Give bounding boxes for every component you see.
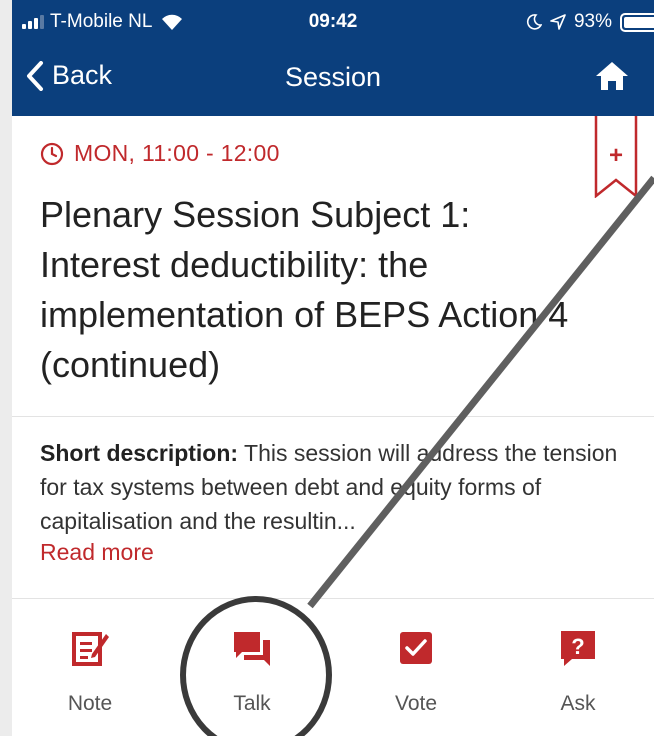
session-time-text: MON, 11:00 - 12:00 (74, 140, 280, 166)
talk-button[interactable]: Talk (192, 600, 312, 730)
moon-icon (526, 14, 542, 30)
phone-screen: T-Mobile NL 09:42 93% Back Session MON, … (12, 0, 654, 736)
top-bar: T-Mobile NL 09:42 93% Back Session (12, 0, 654, 116)
status-bar: T-Mobile NL 09:42 93% (12, 0, 654, 40)
action-bar: Note Talk Vote ? Ask (12, 600, 654, 736)
session-description: Short description: This session will add… (40, 436, 640, 538)
battery-percent: 93% (573, 11, 612, 32)
ask-button[interactable]: ? Ask (518, 600, 638, 730)
divider (12, 598, 654, 599)
left-edge-strip (0, 0, 12, 736)
app-screen: T-Mobile NL 09:42 93% Back Session MON, … (0, 0, 654, 736)
note-button[interactable]: Note (30, 600, 150, 730)
note-label: Note (67, 692, 113, 715)
status-right: 93% (526, 11, 654, 33)
session-title: Plenary Session Subject 1: Interest dedu… (40, 194, 569, 385)
checkbox-icon (400, 632, 432, 664)
chat-icon (234, 632, 270, 666)
read-more-link[interactable]: Read more (40, 539, 154, 566)
description-label: Short description: (40, 440, 239, 466)
page-title: Session (284, 62, 382, 92)
vote-button[interactable]: Vote (356, 600, 476, 730)
divider (12, 416, 654, 417)
question-icon: ? (561, 631, 595, 666)
battery-icon (620, 12, 654, 32)
clock-icon (40, 142, 64, 165)
home-icon (596, 62, 628, 90)
svg-text:?: ? (571, 634, 584, 659)
add-to-agenda-bookmark[interactable]: + (594, 116, 638, 199)
session-time: MON, 11:00 - 12:00 (40, 140, 280, 167)
talk-label: Talk (233, 692, 271, 715)
note-edit-icon (72, 632, 109, 666)
location-arrow-icon (550, 14, 566, 30)
nav-bar: Back Session (12, 46, 654, 112)
bookmark-plus: + (608, 142, 623, 169)
ask-label: Ask (560, 692, 596, 715)
home-button[interactable] (594, 60, 630, 97)
vote-label: Vote (394, 692, 438, 715)
